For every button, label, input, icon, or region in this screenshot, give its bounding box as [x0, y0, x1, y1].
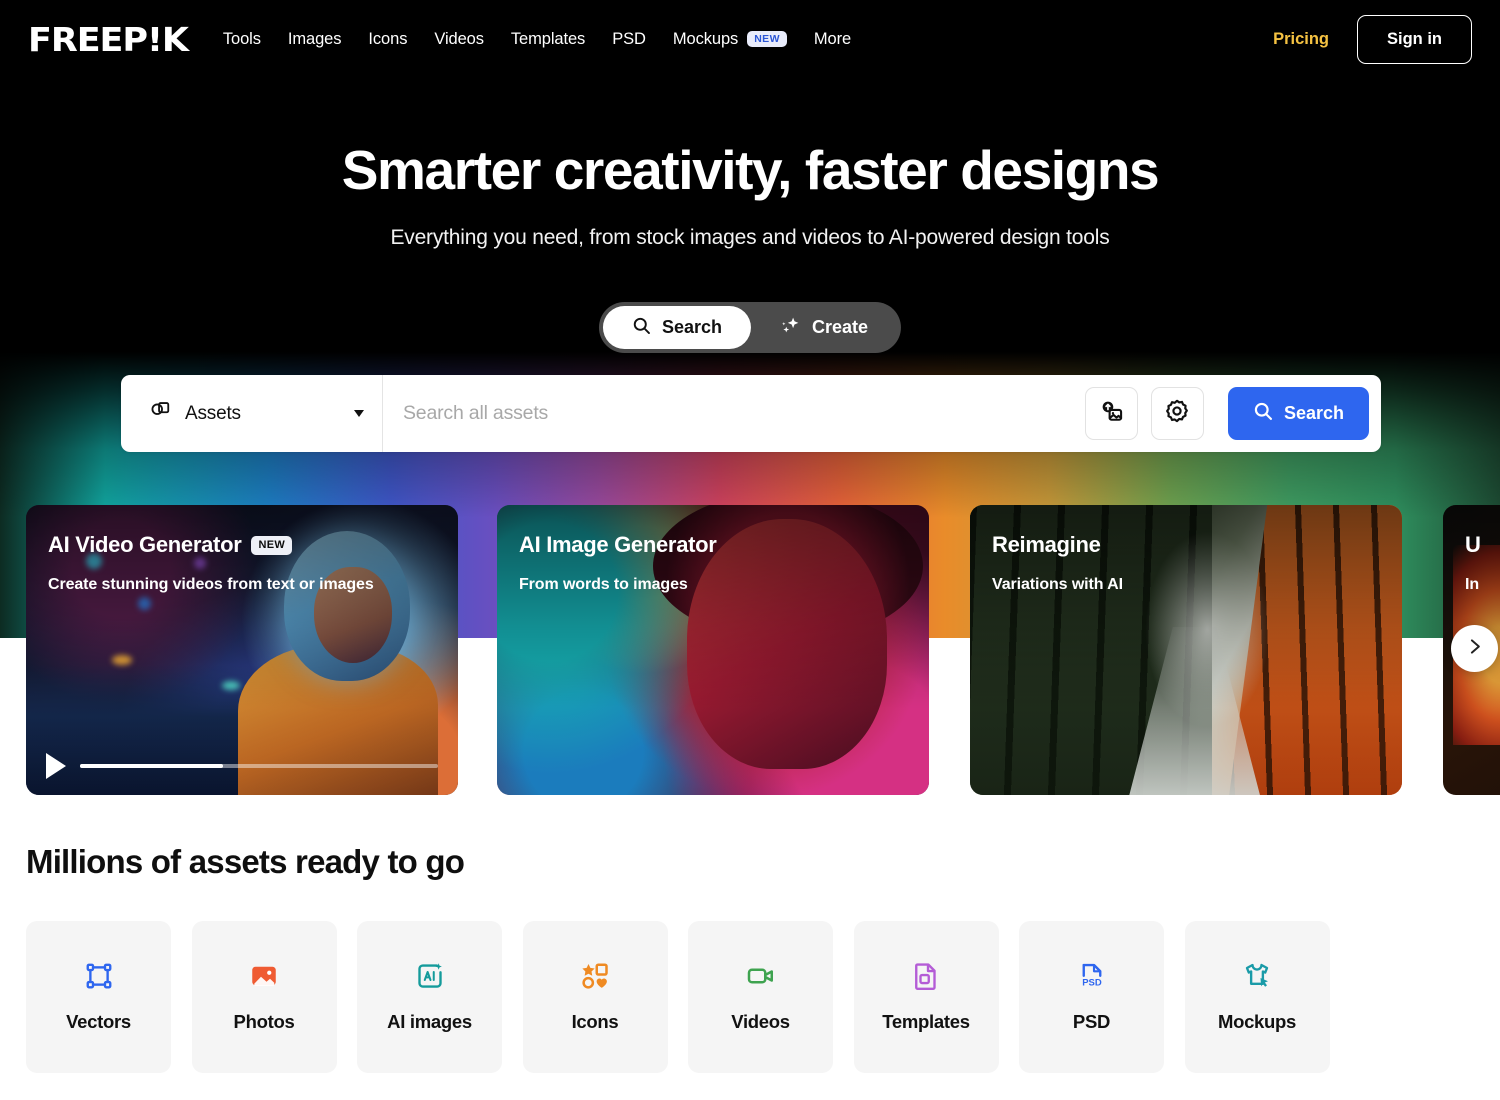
search-settings-button[interactable]	[1150, 387, 1204, 440]
carousel-next-button[interactable]	[1451, 625, 1498, 672]
assets-category-label: Assets	[185, 402, 241, 424]
card-subtitle: Create stunning videos from text or imag…	[48, 576, 374, 593]
chevron-down-icon	[354, 410, 364, 417]
tile-mockups[interactable]: Mockups	[1184, 921, 1330, 1073]
template-doc-icon	[911, 961, 941, 991]
assets-section-heading: Millions of assets ready to go	[26, 843, 465, 880]
nav-links: Tools Images Icons Videos Templates PSD …	[223, 30, 851, 49]
nav-item-psd[interactable]: PSD	[612, 30, 646, 49]
tile-videos[interactable]: Videos	[688, 921, 833, 1073]
hero-title: Smarter creativity, faster designs	[341, 139, 1160, 201]
image-upload-button[interactable]	[1084, 387, 1138, 440]
tile-label: Vectors	[66, 1011, 131, 1032]
hero-subtitle: Everything you need, from stock images a…	[390, 226, 1110, 249]
tile-label: Templates	[882, 1011, 970, 1032]
nav-label-videos: Videos	[434, 29, 484, 48]
card-title: AI Image Generator	[519, 532, 717, 558]
feature-carousel: AI Video Generator NEW Create stunning v…	[0, 505, 1500, 795]
tile-icons[interactable]: Icons	[522, 921, 668, 1073]
tile-label: Mockups	[1217, 1011, 1297, 1032]
tile-photos[interactable]: Photos	[191, 921, 337, 1073]
sparkles-icon	[780, 315, 801, 341]
nav-label-icons: Icons	[368, 29, 408, 48]
card-title: Reimagine	[992, 532, 1101, 558]
nav-item-tools[interactable]: Tools	[223, 30, 261, 49]
tile-label: Videos	[731, 1011, 790, 1032]
card-title: AI Video Generator NEW	[48, 532, 293, 558]
sign-in-button[interactable]: Sign in	[1357, 14, 1472, 64]
tile-label: PSD	[1072, 1011, 1111, 1032]
card-title-text: U	[1465, 532, 1481, 557]
tab-create[interactable]: Create	[751, 306, 897, 349]
nav-label-mockups: Mockups	[672, 29, 739, 48]
card-subtitle: From words to images	[519, 576, 688, 593]
nav-item-images[interactable]: Images	[288, 30, 342, 49]
card-new-badge: NEW	[251, 535, 293, 555]
freepik-logo[interactable]: FREEP!K	[28, 23, 189, 56]
mode-toggle: Search Create	[598, 302, 902, 353]
tshirt-cursor-icon	[1242, 961, 1272, 991]
card-title-text: AI Video Generator	[48, 532, 242, 557]
nav-label-templates: Templates	[510, 29, 586, 48]
nav-label-psd: PSD	[612, 29, 646, 48]
top-navigation: FREEP!K Tools Images Icons Videos Templa…	[0, 0, 1500, 78]
tile-ai-images[interactable]: AI images	[357, 921, 502, 1073]
nav-label-images: Images	[287, 29, 342, 48]
card-subtitle: Variations with AI	[992, 576, 1123, 593]
search-submit-button[interactable]: Search	[1227, 387, 1369, 440]
assets-category-dropdown[interactable]: Assets	[121, 375, 383, 452]
tab-create-label: Create	[812, 317, 869, 337]
page-root: FREEP!K Tools Images Icons Videos Templa…	[0, 0, 1500, 1100]
shapes-icon	[580, 961, 610, 991]
search-icon	[1253, 401, 1273, 426]
image-upload-icon	[1099, 399, 1124, 429]
assets-icon	[149, 400, 172, 428]
chevron-right-icon	[1464, 636, 1485, 662]
tab-search[interactable]: Search	[602, 306, 752, 349]
psd-file-icon: PSD	[1077, 961, 1107, 991]
search-bar: Assets Search all assets Search	[121, 375, 1381, 452]
tile-vectors[interactable]: Vectors	[26, 921, 171, 1073]
card-subtitle: In	[1465, 576, 1480, 593]
video-controls	[46, 753, 438, 779]
video-progress-bar[interactable]	[80, 764, 438, 768]
tile-label: AI images	[387, 1011, 472, 1032]
nav-item-videos[interactable]: Videos	[434, 30, 484, 49]
tile-psd[interactable]: PSD PSD	[1019, 921, 1164, 1073]
gear-icon	[1164, 398, 1190, 429]
search-input[interactable]	[383, 375, 1085, 452]
play-icon[interactable]	[46, 753, 66, 779]
search-icon	[632, 316, 651, 340]
card-ai-image-generator[interactable]: AI Image Generator From words to images	[497, 505, 929, 795]
asset-category-tiles: Vectors Photos AI images Icons Videos Te…	[26, 921, 1330, 1073]
card-ai-video-generator[interactable]: AI Video Generator NEW Create stunning v…	[26, 505, 458, 795]
svg-text:PSD: PSD	[1082, 978, 1102, 989]
tab-search-label: Search	[661, 317, 723, 337]
ai-image-icon	[415, 961, 445, 991]
nav-item-templates[interactable]: Templates	[511, 30, 585, 49]
card-title-text: AI Image Generator	[519, 532, 717, 557]
nav-item-mockups[interactable]: Mockups NEW	[673, 30, 787, 49]
tile-templates[interactable]: Templates	[853, 921, 999, 1073]
nav-item-icons[interactable]: Icons	[368, 30, 407, 49]
card-reimagine[interactable]: Reimagine Variations with AI	[970, 505, 1402, 795]
card-title-text: Reimagine	[992, 532, 1101, 557]
vectors-icon	[84, 961, 114, 991]
video-camera-icon	[746, 961, 776, 991]
search-submit-label: Search	[1283, 403, 1344, 423]
nav-label-tools: Tools	[222, 29, 261, 48]
nav-item-more[interactable]: More	[814, 30, 851, 49]
nav-right-actions: Pricing Sign in	[1273, 14, 1472, 64]
photo-icon	[249, 961, 279, 991]
card-title: U	[1465, 532, 1481, 558]
video-progress-fill	[80, 764, 224, 768]
pricing-link[interactable]: Pricing	[1273, 30, 1329, 49]
tile-label: Photos	[233, 1011, 295, 1032]
nav-label-more: More	[813, 29, 852, 48]
tile-label: Icons	[571, 1011, 619, 1032]
mockups-new-badge: NEW	[747, 30, 787, 48]
